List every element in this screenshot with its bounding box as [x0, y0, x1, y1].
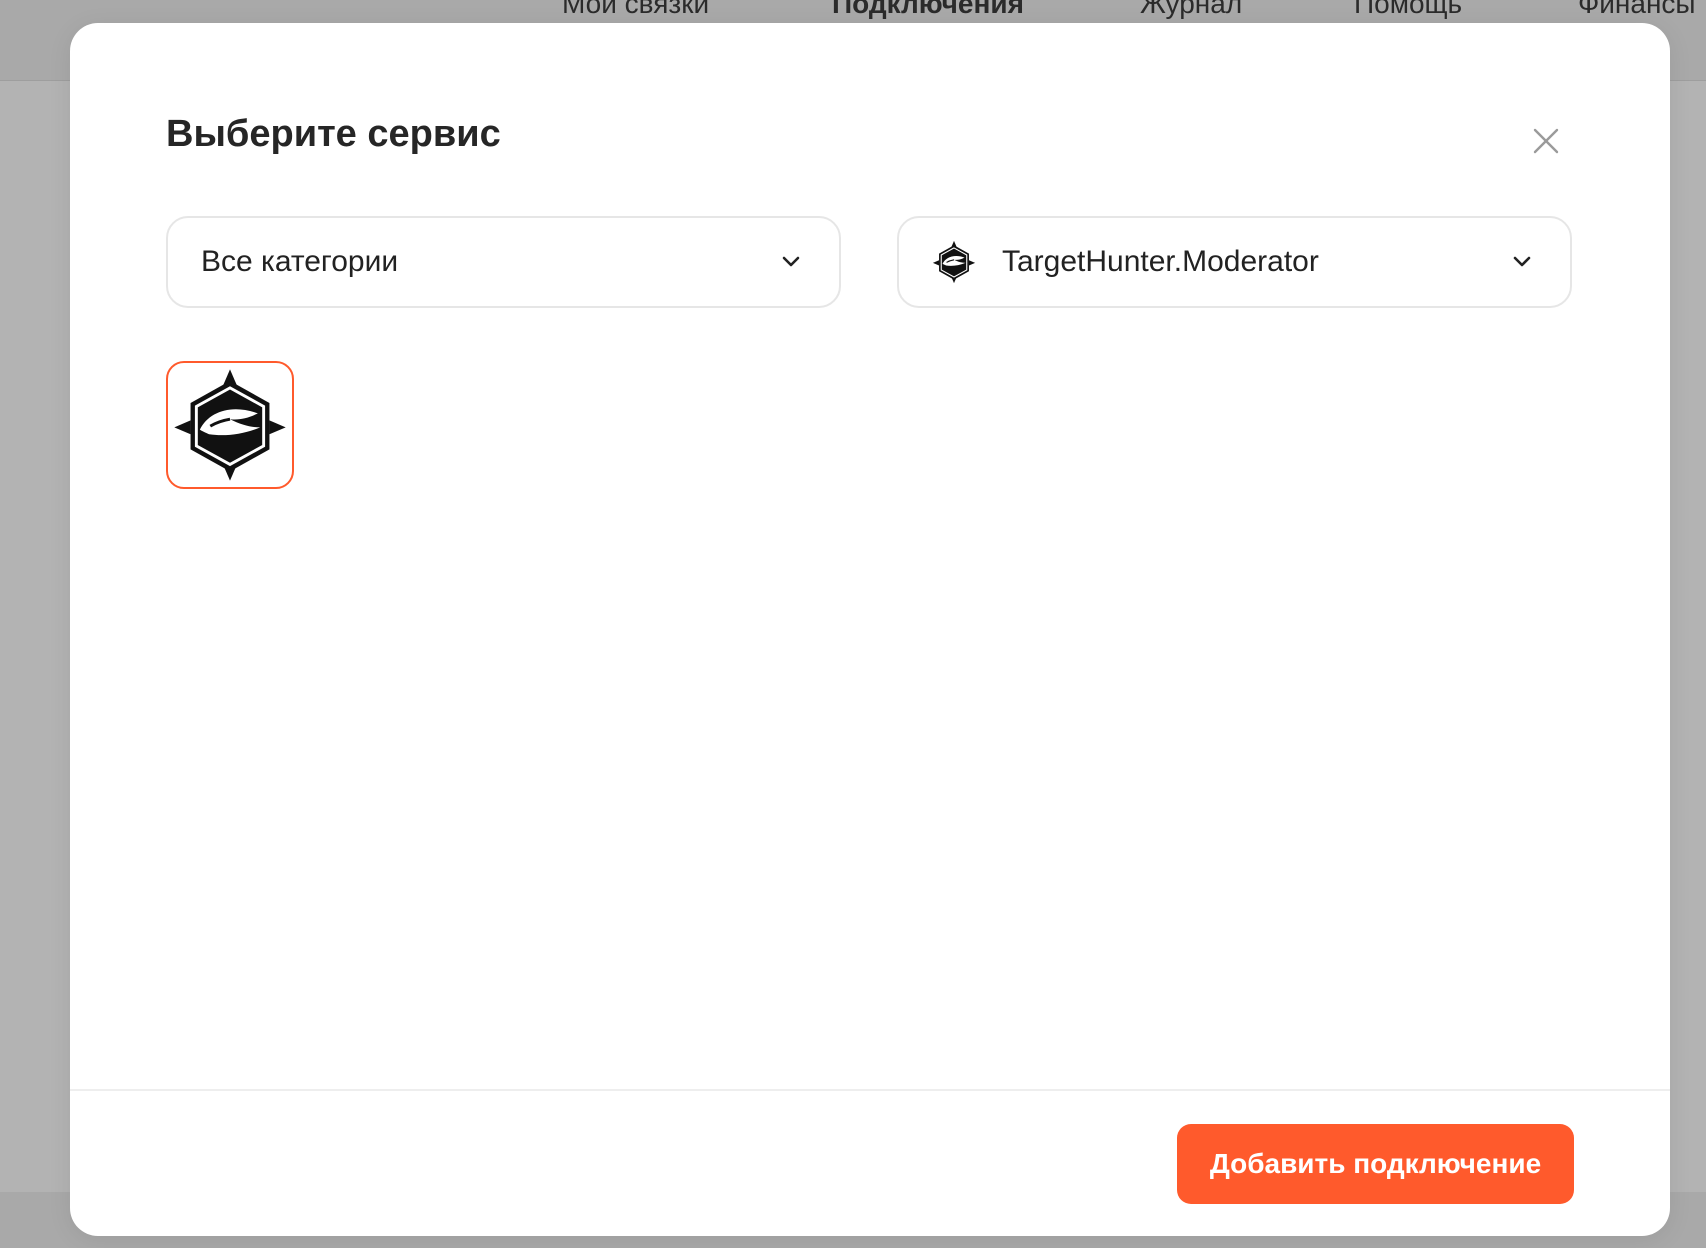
service-tile-targethunter[interactable]	[166, 361, 294, 489]
nav-item-help: Помощь	[1354, 0, 1463, 19]
nav-item-finance: Финансы	[1578, 0, 1696, 19]
nav-item-connections: Подключения	[832, 0, 1024, 19]
add-connection-button[interactable]: Добавить подключение	[1177, 1124, 1574, 1204]
targethunter-logo-icon	[932, 240, 976, 284]
close-button[interactable]	[1526, 121, 1566, 161]
chevron-down-icon	[782, 256, 800, 267]
service-select-value: TargetHunter.Moderator	[1002, 245, 1319, 278]
modal-title: Выберите сервис	[166, 113, 501, 155]
close-icon	[1533, 128, 1559, 154]
category-select-value: Все категории	[201, 245, 399, 278]
footer-divider	[70, 1089, 1670, 1091]
chevron-down-icon	[1513, 256, 1531, 267]
service-select[interactable]: TargetHunter.Moderator	[897, 216, 1572, 308]
targethunter-logo-icon	[174, 369, 286, 481]
select-service-modal: Выберите сервис Все категории TargetHunt…	[70, 23, 1670, 1236]
nav-item-my-bundles: Мои связки	[562, 0, 710, 19]
nav-item-journal: Журнал	[1140, 0, 1243, 19]
category-select[interactable]: Все категории	[166, 216, 841, 308]
